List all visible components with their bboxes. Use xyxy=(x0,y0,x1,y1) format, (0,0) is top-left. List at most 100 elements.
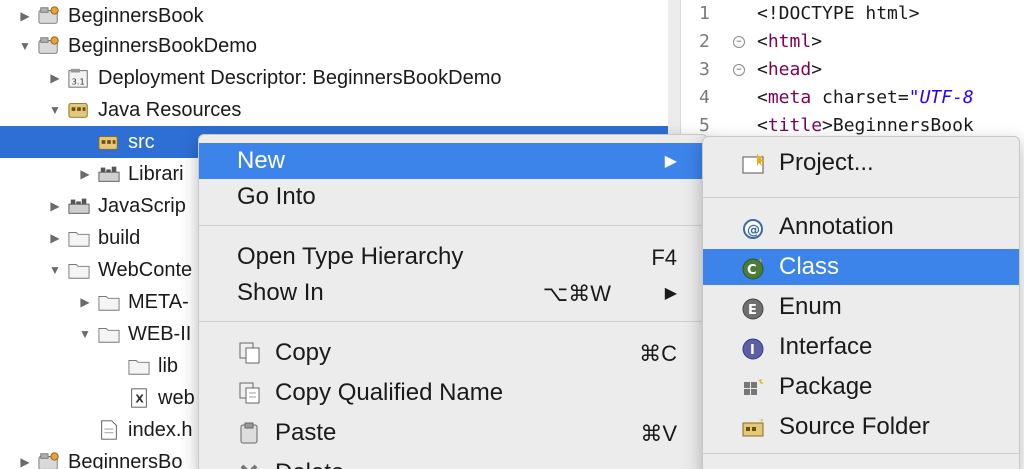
line-number: 1 xyxy=(699,3,710,24)
tree-item[interactable]: ▶ 3.1 Deployment Descriptor: BeginnersBook… xyxy=(0,62,668,94)
collapsed-arrow-icon[interactable]: ▶ xyxy=(78,295,92,309)
project-icon xyxy=(36,451,62,469)
menu-item-label: Copy xyxy=(275,339,332,366)
collapsed-arrow-icon[interactable]: ▶ xyxy=(48,71,62,85)
menu-item-show-in[interactable]: Show In ⌥⌘W ▶ xyxy=(199,275,707,311)
menu-separator xyxy=(199,321,707,322)
tree-item-label: BeginnersBo xyxy=(68,451,183,469)
package-icon xyxy=(741,374,767,400)
menu-item-interface[interactable]: I Interface xyxy=(703,329,1019,365)
tree-item-label: Librari xyxy=(128,163,184,185)
menu-item-label: Open Type Hierarchy xyxy=(237,243,464,270)
line-number: 4 xyxy=(699,87,710,108)
new-project-icon xyxy=(741,150,767,176)
menu-item-annotation[interactable]: @ Annotation xyxy=(703,209,1019,245)
menu-item-package[interactable]: Package xyxy=(703,369,1019,405)
file-icon xyxy=(96,419,122,441)
tree-item-label: WEB-II xyxy=(128,323,192,345)
delete-icon xyxy=(237,460,263,469)
tree-item-label: build xyxy=(98,227,141,249)
code-token: < xyxy=(757,31,768,52)
code-token: title xyxy=(767,115,823,136)
menu-item-copy[interactable]: Copy ⌘C xyxy=(199,335,707,371)
submenu-arrow-icon: ▶ xyxy=(664,153,677,170)
collapsed-arrow-icon[interactable]: ▶ xyxy=(48,199,62,213)
tree-item-label: META- xyxy=(128,291,189,313)
svg-text:X: X xyxy=(135,393,144,406)
tree-item-label: BeginnersBookDemo xyxy=(68,35,257,57)
folder-icon xyxy=(96,323,122,345)
menu-item-open-type-hierarchy[interactable]: Open Type Hierarchy F4 xyxy=(199,239,707,275)
library-icon xyxy=(96,163,122,185)
code-token: charset= xyxy=(822,87,909,108)
project-icon xyxy=(36,5,62,27)
code-token: >BeginnersBook xyxy=(822,115,974,136)
menu-item-label: New xyxy=(237,147,286,174)
collapsed-arrow-icon[interactable]: ▶ xyxy=(48,231,62,245)
tree-item-label: src xyxy=(128,131,155,153)
context-menu: New ▶ Go Into Open Type Hierarchy F4 Show In ⌥… xyxy=(198,134,708,469)
tree-item-label: web xyxy=(158,387,195,409)
code-line[interactable]: 2 − <html> xyxy=(681,28,1024,56)
source-package-icon xyxy=(96,131,122,153)
code-line[interactable]: 4 <meta charset="UTF-8 xyxy=(681,84,1024,112)
menu-shortcut: ⌥⌘W xyxy=(542,281,611,306)
collapsed-arrow-icon[interactable]: ▶ xyxy=(18,455,32,469)
menu-separator xyxy=(199,225,707,226)
svg-text:+: + xyxy=(758,256,763,265)
menu-item-enum[interactable]: E Enum xyxy=(703,289,1019,325)
folder-icon xyxy=(66,227,92,249)
menu-shortcut: ⌘V xyxy=(640,421,677,446)
annotation-icon: @ xyxy=(741,214,767,240)
menu-item-label: Paste xyxy=(275,419,337,446)
menu-item-project[interactable]: Project... xyxy=(703,145,1019,181)
expanded-arrow-icon[interactable]: ▼ xyxy=(48,103,62,117)
svg-text:@: @ xyxy=(747,223,760,238)
submenu-arrow-icon: ▶ xyxy=(664,285,677,302)
code-token: < xyxy=(757,59,768,80)
menu-item-copy-qualified-name[interactable]: Copy Qualified Name xyxy=(199,375,707,411)
collapsed-arrow-icon[interactable]: ▶ xyxy=(18,9,32,23)
code-text: <meta charset="UTF-8 xyxy=(757,84,974,112)
menu-separator xyxy=(703,197,1019,198)
line-number: 3 xyxy=(699,59,710,80)
expanded-arrow-icon[interactable]: ▼ xyxy=(78,327,92,341)
menu-item-label: Package xyxy=(779,373,873,400)
tree-item-label: WebConte xyxy=(98,259,193,281)
menu-item-label: Copy Qualified Name xyxy=(275,379,504,406)
menu-item-label: Go Into xyxy=(237,183,316,210)
code-line[interactable]: 1 <!DOCTYPE html> xyxy=(681,0,1024,28)
menu-item-delete[interactable]: Delete xyxy=(199,455,707,469)
copy-icon xyxy=(237,340,263,366)
source-folder-icon xyxy=(741,414,767,440)
tree-item[interactable]: ▼ Java Resources xyxy=(0,94,668,126)
menu-item-label: Interface xyxy=(779,333,873,360)
menu-item-go-into[interactable]: Go Into xyxy=(199,179,707,215)
paste-icon xyxy=(237,420,263,446)
code-token: head xyxy=(767,59,812,80)
menu-item-paste[interactable]: Paste ⌘V xyxy=(199,415,707,451)
menu-item-label: Project... xyxy=(779,149,874,176)
menu-item-class[interactable]: C + Class xyxy=(703,249,1019,285)
menu-item-source-folder[interactable]: Source Folder xyxy=(703,409,1019,445)
menu-item-new[interactable]: New ▶ xyxy=(199,143,707,179)
fold-toggle-icon[interactable]: − xyxy=(733,36,745,48)
code-token: < xyxy=(757,115,768,136)
expanded-arrow-icon[interactable]: ▼ xyxy=(18,39,32,53)
fold-toggle-icon[interactable]: − xyxy=(733,64,745,76)
tree-item-label: Java Resources xyxy=(98,99,242,121)
line-number: 2 xyxy=(699,31,710,52)
code-line[interactable]: 3 − <head> xyxy=(681,56,1024,84)
collapsed-arrow-icon[interactable]: ▶ xyxy=(78,167,92,181)
tree-item[interactable]: ▼ BeginnersBookDemo xyxy=(0,30,668,62)
library-icon xyxy=(66,195,92,217)
copy-qualified-icon xyxy=(237,380,263,406)
menu-item-label: Enum xyxy=(779,293,842,320)
code-text: <html> xyxy=(757,28,822,56)
tree-item-label: JavaScrip xyxy=(98,195,186,217)
menu-shortcut: ⌘C xyxy=(639,341,677,366)
expanded-arrow-icon[interactable]: ▼ xyxy=(48,263,62,277)
code-token: html xyxy=(767,31,812,52)
tree-item[interactable]: ▶ BeginnersBook xyxy=(0,0,668,32)
svg-text:C: C xyxy=(747,263,757,278)
